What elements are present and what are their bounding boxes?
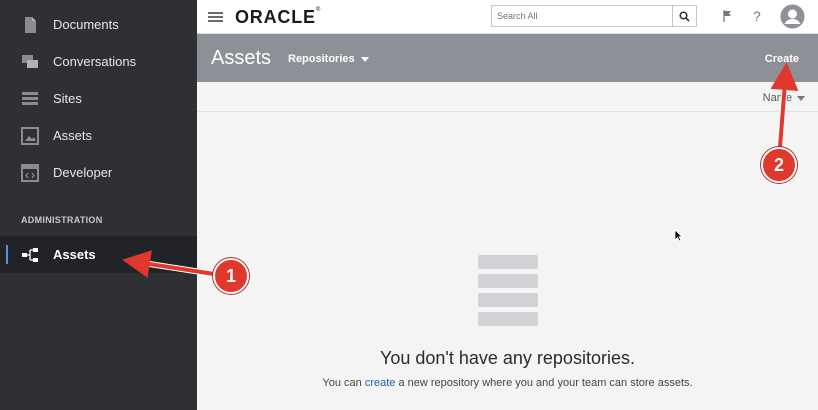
- repositories-dropdown-label: Repositories: [288, 53, 355, 65]
- sites-icon: [22, 91, 38, 105]
- sort-label: Name: [762, 92, 792, 104]
- sidebar-item-label: Documents: [53, 17, 119, 32]
- repositories-dropdown[interactable]: Repositories: [288, 53, 369, 65]
- empty-state-text: a new repository where you and your team…: [395, 377, 693, 389]
- repository-tree-icon: [22, 247, 38, 262]
- sidebar-item-label: Conversations: [53, 54, 137, 69]
- search-box: [491, 5, 697, 27]
- sidebar-item-label: Assets: [53, 247, 96, 262]
- assets-image-icon: [21, 126, 39, 145]
- page-header: Assets Repositories Create: [197, 34, 818, 82]
- sidebar-item-sites[interactable]: Sites: [0, 80, 197, 117]
- sidebar-item-label: Assets: [53, 128, 93, 143]
- chevron-down-icon: [797, 95, 805, 101]
- flag-icon[interactable]: [722, 9, 734, 23]
- oracle-logo: ORACLE®: [235, 7, 322, 27]
- annotation-badge-1: 1: [213, 258, 249, 294]
- sidebar-item-label: Developer: [53, 165, 113, 180]
- empty-repository-icon: [478, 255, 538, 327]
- annotation-badge-2: 2: [761, 147, 797, 183]
- sidebar-item-label: Sites: [53, 91, 82, 106]
- top-bar: ORACLE® ?: [197, 0, 818, 34]
- help-icon[interactable]: ?: [751, 9, 763, 23]
- search-icon: [679, 10, 690, 22]
- svg-text:?: ?: [753, 9, 761, 23]
- empty-state-text: You can: [322, 377, 365, 389]
- section-heading-administration: ADMINISTRATION: [21, 215, 103, 225]
- empty-state-title: You don't have any repositories.: [380, 348, 635, 368]
- developer-icon: [21, 163, 39, 182]
- empty-state-subtitle: You can create a new repository where yo…: [197, 377, 818, 389]
- page-title: Assets: [211, 47, 272, 69]
- sidebar-item-developer[interactable]: Developer: [0, 154, 197, 191]
- chevron-down-icon: [360, 56, 369, 62]
- user-avatar-icon[interactable]: [780, 4, 805, 29]
- search-input[interactable]: [492, 6, 674, 26]
- toolbar-sort-row: Name: [197, 82, 818, 112]
- menu-icon[interactable]: [208, 12, 223, 23]
- sidebar-item-documents[interactable]: Documents: [0, 6, 197, 43]
- conversations-icon: [22, 54, 38, 68]
- sort-dropdown[interactable]: Name: [763, 92, 805, 104]
- mouse-cursor-icon: [674, 229, 683, 242]
- sidebar: Documents Conversations Sites Assets Dev…: [0, 0, 197, 410]
- sidebar-item-conversations[interactable]: Conversations: [0, 43, 197, 80]
- document-icon: [25, 16, 36, 33]
- create-button[interactable]: Create: [765, 53, 799, 65]
- sidebar-item-admin-assets[interactable]: Assets: [0, 236, 197, 273]
- search-button[interactable]: [672, 6, 696, 26]
- sidebar-item-assets[interactable]: Assets: [0, 117, 197, 154]
- create-link[interactable]: create: [365, 377, 396, 389]
